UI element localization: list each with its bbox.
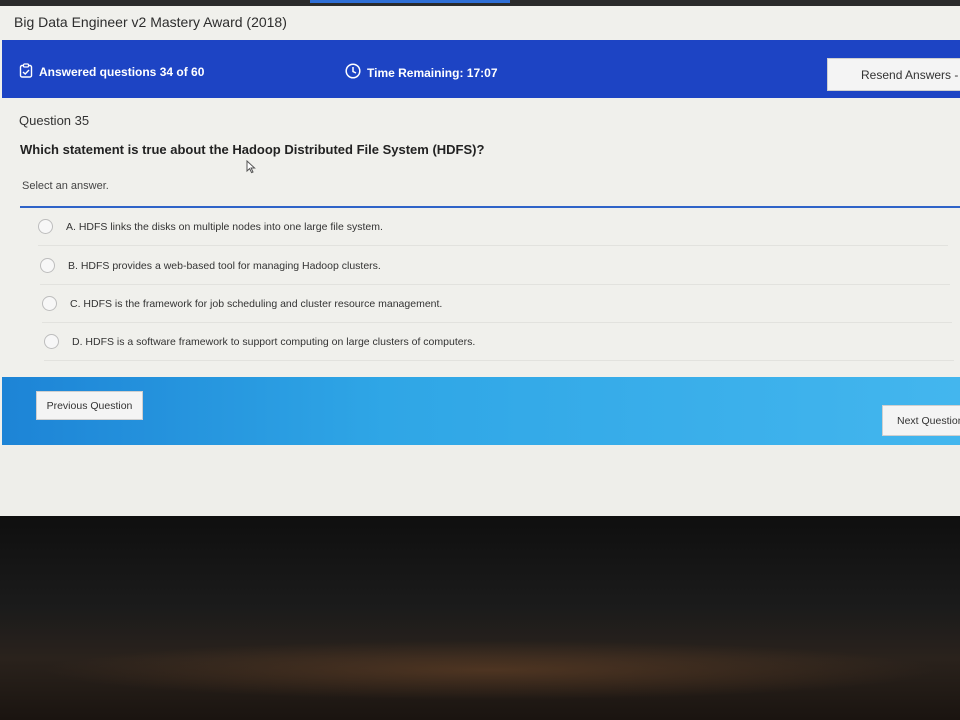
keyboard-reflection: [40, 640, 940, 700]
time-remaining: Time Remaining: 17:07: [345, 63, 498, 82]
resend-answers-button[interactable]: Resend Answers -: [827, 58, 960, 91]
status-header-bar: Answered questions 34 of 60 Time Remaini…: [2, 40, 960, 98]
answer-option-b[interactable]: B. HDFS provides a web-based tool for ma…: [40, 247, 950, 285]
answer-option-label: D. HDFS is a software framework to suppo…: [72, 335, 476, 348]
next-question-button[interactable]: Next Question: [882, 405, 960, 436]
navigation-footer-bar: Previous Question Next Question: [2, 377, 960, 445]
answer-option-a[interactable]: A. HDFS links the disks on multiple node…: [38, 208, 948, 246]
answer-instruction: Select an answer.: [22, 180, 109, 192]
time-remaining-label: Time Remaining: 17:07: [367, 65, 498, 80]
radio-button-b[interactable]: [40, 258, 55, 273]
answer-option-label: A. HDFS links the disks on multiple node…: [66, 220, 383, 233]
question-number: Question 35: [19, 113, 90, 128]
answer-option-c[interactable]: C. HDFS is the framework for job schedul…: [42, 285, 952, 323]
answer-option-d[interactable]: D. HDFS is a software framework to suppo…: [44, 323, 954, 361]
clipboard-check-icon: [19, 63, 33, 81]
answer-option-label: C. HDFS is the framework for job schedul…: [70, 297, 443, 310]
answered-count-label: Answered questions 34 of 60: [39, 65, 205, 79]
answered-status: Answered questions 34 of 60: [19, 63, 204, 81]
answer-option-label: B. HDFS provides a web-based tool for ma…: [68, 259, 381, 272]
question-text: Which statement is true about the Hadoop…: [20, 142, 485, 157]
page-title: Big Data Engineer v2 Mastery Award (2018…: [14, 14, 287, 30]
previous-question-button[interactable]: Previous Question: [36, 391, 143, 420]
browser-screen: Big Data Engineer v2 Mastery Award (2018…: [0, 0, 960, 540]
radio-button-d[interactable]: [44, 334, 59, 349]
clock-icon: [345, 63, 361, 82]
browser-tab-accent: [310, 0, 510, 3]
mouse-cursor-icon: [246, 159, 256, 179]
browser-top-strip: [0, 0, 960, 6]
radio-button-c[interactable]: [42, 296, 57, 311]
radio-button-a[interactable]: [38, 219, 53, 234]
